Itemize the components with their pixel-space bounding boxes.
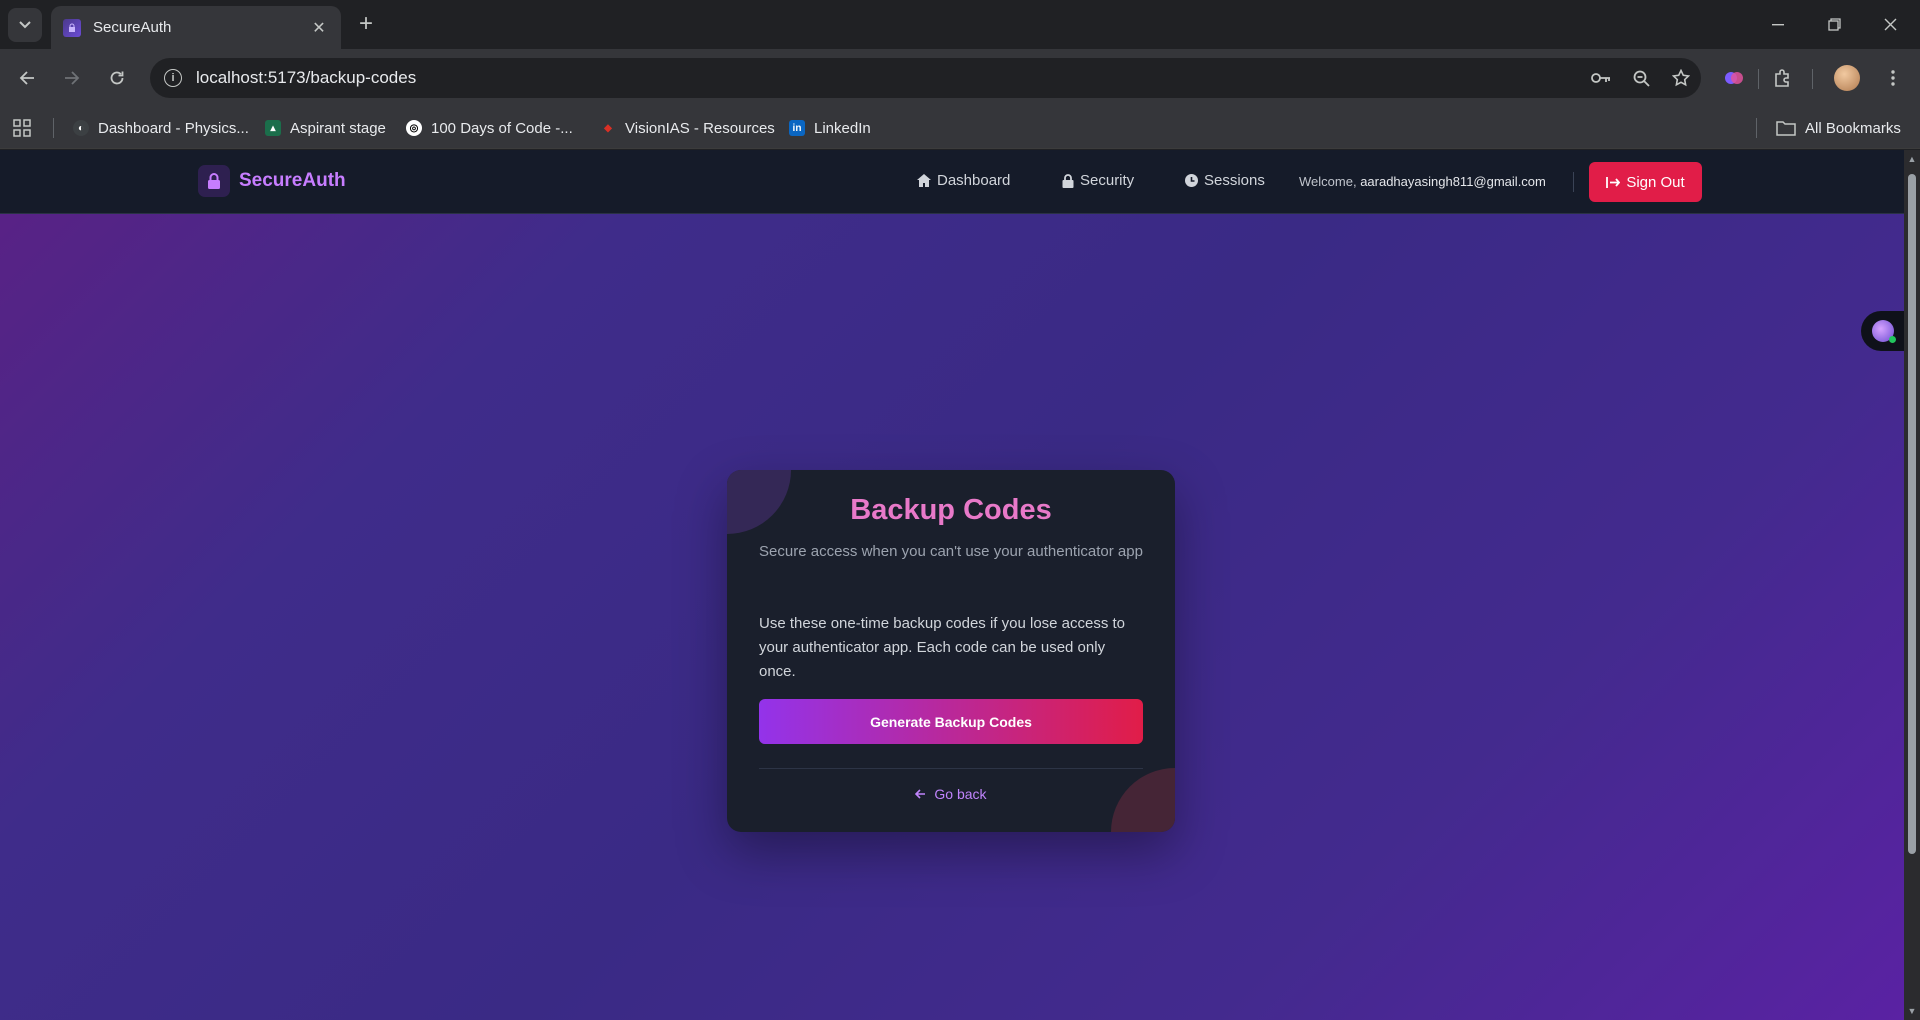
bookmarks-divider bbox=[1756, 118, 1757, 138]
tab-title: SecureAuth bbox=[93, 19, 172, 36]
brand-logo[interactable]: SecureAuth bbox=[198, 165, 346, 197]
apps-grid-button[interactable] bbox=[12, 115, 32, 141]
clock-icon bbox=[1185, 174, 1198, 187]
forward-button[interactable] bbox=[55, 61, 89, 95]
secureauth-favicon-icon bbox=[63, 18, 81, 37]
code-icon: ◎ bbox=[406, 120, 422, 136]
bookmark-item[interactable]: ◎ 100 Days of Code -... bbox=[406, 115, 573, 141]
close-window-button[interactable] bbox=[1862, 0, 1918, 49]
apps-grid-icon bbox=[13, 119, 31, 137]
bookmark-label: Aspirant stage bbox=[290, 119, 386, 137]
bookmarks-bar: ◐ Dashboard - Physics... ▴ Aspirant stag… bbox=[0, 107, 1920, 149]
browser-toolbar: i localhost:5173/backup-codes bbox=[0, 49, 1920, 107]
nav-security[interactable]: Security bbox=[1062, 172, 1134, 189]
welcome-text: Welcome, aaradhayasingh811@gmail.com bbox=[1299, 174, 1546, 189]
app-navbar: SecureAuth Dashboard Security Sessions W… bbox=[0, 150, 1904, 214]
browser-tabstrip: SecureAuth ✕ + bbox=[0, 0, 1920, 49]
menu-kebab-icon[interactable] bbox=[1876, 61, 1910, 95]
browser-tab[interactable]: SecureAuth ✕ bbox=[51, 6, 341, 49]
extensions-puzzle-icon[interactable] bbox=[1765, 61, 1799, 95]
tab-close-icon[interactable]: ✕ bbox=[309, 18, 329, 38]
bookmark-label: Dashboard - Physics... bbox=[98, 119, 249, 137]
bookmark-item[interactable]: ◐ Dashboard - Physics... bbox=[73, 115, 249, 141]
floating-assistant-button[interactable] bbox=[1861, 311, 1904, 351]
profile-avatar[interactable] bbox=[1834, 65, 1860, 91]
url-text[interactable]: localhost:5173/backup-codes bbox=[196, 68, 1581, 88]
new-tab-button[interactable]: + bbox=[352, 10, 380, 38]
aspirant-icon: ▴ bbox=[265, 120, 281, 136]
all-bookmarks-label: All Bookmarks bbox=[1805, 119, 1901, 137]
restore-button[interactable] bbox=[1806, 0, 1862, 49]
chevron-down-icon bbox=[19, 21, 31, 29]
sign-out-icon bbox=[1606, 176, 1621, 189]
reload-button[interactable] bbox=[100, 61, 134, 95]
nav-sessions[interactable]: Sessions bbox=[1185, 172, 1265, 189]
page-scrollbar[interactable]: ▲ ▼ bbox=[1904, 150, 1920, 1020]
card-divider bbox=[759, 768, 1143, 769]
address-bar[interactable]: i localhost:5173/backup-codes bbox=[150, 58, 1701, 98]
scrollbar-thumb[interactable] bbox=[1908, 174, 1916, 854]
bookmark-item[interactable]: in LinkedIn bbox=[789, 115, 871, 141]
welcome-prefix: Welcome, bbox=[1299, 174, 1357, 189]
bookmark-label: 100 Days of Code -... bbox=[431, 119, 573, 137]
arrow-left-icon bbox=[915, 786, 926, 802]
zoom-icon[interactable] bbox=[1621, 58, 1661, 98]
restore-icon bbox=[1827, 18, 1841, 31]
site-info-icon[interactable]: i bbox=[164, 69, 182, 87]
key-icon[interactable] bbox=[1581, 58, 1621, 98]
sign-out-label: Sign Out bbox=[1626, 173, 1685, 191]
visionias-icon: ◆ bbox=[604, 122, 612, 134]
arrow-left-icon bbox=[19, 71, 34, 85]
bookmark-label: VisionIAS - Resources bbox=[625, 119, 775, 137]
tab-search-button[interactable] bbox=[8, 8, 42, 42]
lock-icon bbox=[198, 165, 230, 197]
card-description: Use these one-time backup codes if you l… bbox=[759, 615, 1126, 680]
go-back-label: Go back bbox=[934, 786, 987, 802]
nav-security-label: Security bbox=[1080, 172, 1135, 189]
sign-out-button[interactable]: Sign Out bbox=[1589, 162, 1702, 202]
card-subtitle: Secure access when you can't use your au… bbox=[759, 543, 1143, 560]
nav-sessions-label: Sessions bbox=[1204, 172, 1265, 189]
card-title: Backup Codes bbox=[850, 494, 1052, 526]
assistant-avatar-icon bbox=[1871, 320, 1896, 343]
brand-name: SecureAuth bbox=[239, 170, 346, 191]
nav-divider bbox=[1573, 172, 1574, 192]
go-back-link[interactable]: Go back bbox=[727, 786, 1175, 802]
back-button[interactable] bbox=[10, 61, 44, 95]
reload-icon bbox=[110, 71, 124, 85]
folder-icon bbox=[1776, 121, 1796, 136]
bookmarks-divider bbox=[53, 118, 54, 138]
home-icon bbox=[917, 174, 931, 187]
lock-icon bbox=[1062, 173, 1074, 188]
all-bookmarks-button[interactable]: All Bookmarks bbox=[1776, 115, 1901, 141]
generate-backup-codes-button[interactable]: Generate Backup Codes bbox=[759, 699, 1143, 744]
toolbar-divider bbox=[1812, 69, 1813, 89]
minimize-button[interactable] bbox=[1750, 0, 1806, 49]
bookmark-item[interactable]: ▴ Aspirant stage bbox=[265, 115, 386, 141]
nav-dashboard[interactable]: Dashboard bbox=[917, 172, 1010, 189]
ai-extension-icon[interactable] bbox=[1717, 61, 1751, 95]
physics-icon: ◐ bbox=[73, 120, 89, 136]
scroll-down-icon[interactable]: ▼ bbox=[1907, 1006, 1917, 1016]
bookmark-item[interactable]: ◆ VisionIAS - Resources bbox=[600, 115, 775, 141]
backup-codes-card: Backup Codes Secure access when you can'… bbox=[727, 470, 1175, 832]
toolbar-divider bbox=[1758, 69, 1759, 89]
arrow-right-icon bbox=[65, 71, 80, 85]
close-icon bbox=[1884, 18, 1896, 31]
scroll-up-icon[interactable]: ▲ bbox=[1907, 154, 1917, 164]
user-email: aaradhayasingh811@gmail.com bbox=[1360, 174, 1546, 189]
minimize-icon bbox=[1772, 23, 1784, 25]
bookmark-star-icon[interactable] bbox=[1661, 58, 1701, 98]
page-viewport: SecureAuth Dashboard Security Sessions W… bbox=[0, 150, 1904, 1020]
nav-dashboard-label: Dashboard bbox=[937, 172, 1011, 189]
linkedin-icon: in bbox=[789, 120, 805, 136]
bookmark-label: LinkedIn bbox=[814, 119, 871, 137]
